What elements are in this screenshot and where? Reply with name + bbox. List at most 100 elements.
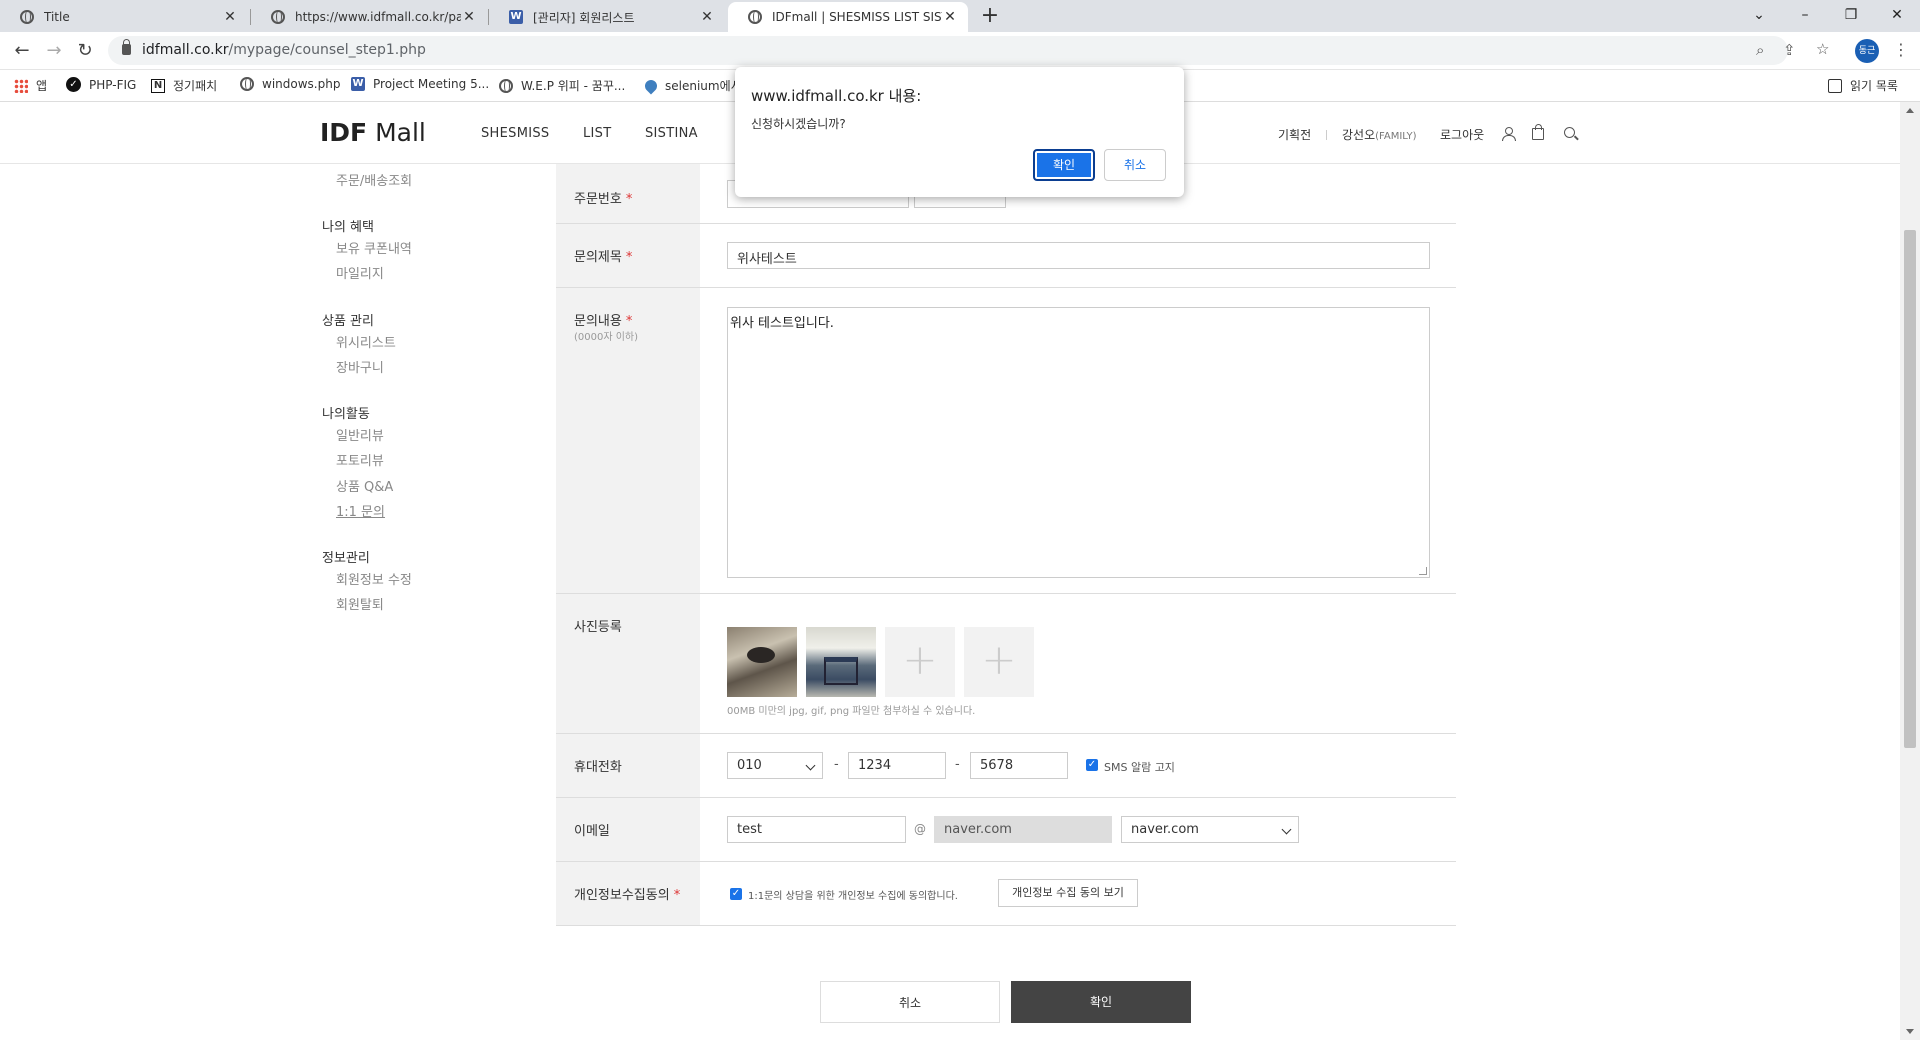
profile-avatar[interactable]: 동근 [1855,39,1879,63]
dialog-title: www.idfmall.co.kr 내용: [751,87,922,105]
close-icon[interactable]: ✕ [461,9,477,25]
order-number-label: 주문번호 * [574,188,632,207]
bookmark-project-meeting[interactable]: W Project Meeting 5... [351,77,489,91]
bookmark-label: PHP-FIG [89,77,137,92]
new-tab-button[interactable]: + [977,4,1003,30]
privacy-checkbox[interactable]: ✓ [730,888,742,900]
sidebar-item-one-to-one[interactable]: 1:1 문의 [336,501,385,520]
address-bar[interactable]: idfmall.co.kr/mypage/counsel_step1.php ⌕ [108,36,1788,65]
url-text[interactable]: idfmall.co.kr/mypage/counsel_step1.php [142,42,426,58]
phone-middle-input[interactable]: 1234 [848,752,946,779]
sidebar-item-cart[interactable]: 장바구니 [336,357,384,376]
dialog-ok-button[interactable]: 확인 [1033,149,1095,181]
forward-arrow-icon[interactable]: → [43,41,65,63]
window-close-button[interactable]: ✕ [1874,0,1920,32]
toolbar: ← → ↻ idfmall.co.kr/mypage/counsel_step1… [0,32,1920,70]
url-path: /mypage/counsel_step1.php [228,42,426,58]
photo-thumbnail-1[interactable] [727,627,797,697]
dialog-cancel-button[interactable]: 취소 [1104,149,1166,181]
scrollbar[interactable] [1900,102,1920,1040]
bookmark-apps[interactable]: 앱 [14,77,47,94]
back-arrow-icon[interactable]: ← [11,41,33,63]
scrollbar-thumb[interactable] [1904,230,1916,748]
bookmark-patch[interactable]: N 정기패치 [151,77,217,94]
tab-patch[interactable]: https://www.idfmall.co.kr/patch_ ✕ [251,2,487,32]
menu-kebab-icon[interactable]: ⋮ [1893,40,1909,59]
scroll-down-arrow-icon[interactable] [1906,1029,1914,1034]
bookmark-label: Project Meeting 5... [373,77,490,91]
sidebar-item-general-review[interactable]: 일반리뷰 [336,425,384,444]
bookmark-wep[interactable]: W.E.P 위피 - 꿈꾸... [499,77,625,94]
bookmark-label: windows.php [262,77,341,91]
sidebar-item-mileage[interactable]: 마일리지 [336,263,384,282]
required-mark: * [625,192,633,207]
reload-icon[interactable]: ↻ [74,41,96,63]
scroll-up-arrow-icon[interactable] [1906,108,1914,113]
row-privacy: 개인정보수집동의 * ✓ 1:1문의 상담을 위한 개인정보 수집에 동의합니다.… [556,862,1456,926]
sidebar-item-withdraw[interactable]: 회원탈퇴 [336,594,384,613]
add-photo-button[interactable]: + [964,627,1034,697]
bookmark-star-icon[interactable]: ☆ [1816,40,1829,58]
close-icon[interactable]: ✕ [699,9,715,25]
close-icon[interactable]: ✕ [222,9,238,25]
nav-sistina[interactable]: SISTINA [645,126,698,141]
label-text: 개인정보수집동의 [574,888,670,903]
phone-last-input[interactable]: 5678 [970,752,1068,779]
email-domain-input[interactable]: naver.com [934,816,1112,843]
phone-prefix-select[interactable]: 010 [727,752,823,779]
subject-input[interactable]: 위사테스트 [727,242,1430,269]
email-label: 이메일 [574,824,610,839]
resize-handle[interactable] [1419,567,1427,575]
share-icon[interactable]: ⇪ [1783,41,1796,59]
cancel-button[interactable]: 취소 [820,981,1000,1023]
reading-list[interactable]: 읽기 목록 [1828,77,1898,94]
nav-list[interactable]: LIST [583,126,611,141]
shopping-bag-icon[interactable] [1532,124,1544,140]
util-divider [1326,130,1327,140]
sidebar-item-wishlist[interactable]: 위시리스트 [336,332,396,351]
zoom-icon[interactable]: ⌕ [1756,41,1764,59]
bookmark-php-fig[interactable]: ✓ PHP-FIG [66,77,136,92]
sidebar-group-products: 상품 관리 [322,314,374,329]
tab-label: https://www.idfmall.co.kr/patch_ [295,10,461,24]
minimize-button[interactable]: – [1782,0,1828,32]
tab-label: Title [44,10,70,24]
sidebar-item-order-tracking[interactable]: 주문/배송조회 [336,170,412,189]
tab-search-icon[interactable]: ⌄ [1736,0,1782,32]
content-textarea[interactable]: 위사 테스트입니다. [727,307,1430,578]
tab-title[interactable]: Title ✕ [0,2,248,32]
email-id-input[interactable]: test [727,816,906,843]
sidebar-item-product-qna[interactable]: 상품 Q&A [336,476,393,495]
add-photo-button[interactable]: + [885,627,955,697]
w-logo-icon: W [351,77,365,91]
select-value: 010 [737,758,762,773]
bookmark-windows-php[interactable]: windows.php [240,77,340,91]
bookmark-label: 앱 [36,79,48,93]
sms-checkbox[interactable]: ✓ [1086,759,1098,771]
nav-shesmiss[interactable]: SHESMISS [481,126,549,141]
event-link[interactable]: 기획전 [1278,126,1311,143]
confirm-button[interactable]: 확인 [1011,981,1191,1023]
site-logo[interactable]: IDF Mall [320,118,426,147]
sidebar-item-coupons[interactable]: 보유 쿠폰내역 [336,238,412,257]
user-name-link[interactable]: 강선오(FAMILY) [1342,126,1417,143]
logout-link[interactable]: 로그아웃 [1440,126,1484,143]
bookmark-selenium[interactable]: selenium에서 [642,77,742,94]
email-domain-select[interactable]: naver.com [1121,816,1299,843]
close-icon[interactable]: ✕ [942,9,958,25]
photo-thumbnail-2[interactable] [806,627,876,697]
privacy-view-button[interactable]: 개인정보 수집 동의 보기 [998,879,1138,907]
sidebar-item-photo-review[interactable]: 포토리뷰 [336,450,384,469]
tab-admin-member-list[interactable]: W [관리자] 회원리스트 ✕ [489,2,725,32]
logo-light: Mall [375,118,426,147]
sidebar-item-edit-profile[interactable]: 회원정보 수정 [336,569,412,588]
tab-label: [관리자] 회원리스트 [533,10,635,25]
reading-list-icon [1828,78,1842,93]
person-icon[interactable] [1502,127,1516,141]
bookmark-label: W.E.P 위피 - 꿈꾸... [521,79,626,93]
globe-icon [240,77,254,91]
label-text: 주문번호 [574,192,622,207]
search-icon[interactable] [1564,127,1575,138]
tab-idfmall-active[interactable]: IDFmall | SHESMISS LIST SISTIN ✕ [728,2,968,32]
restore-button[interactable]: ❐ [1828,0,1874,32]
